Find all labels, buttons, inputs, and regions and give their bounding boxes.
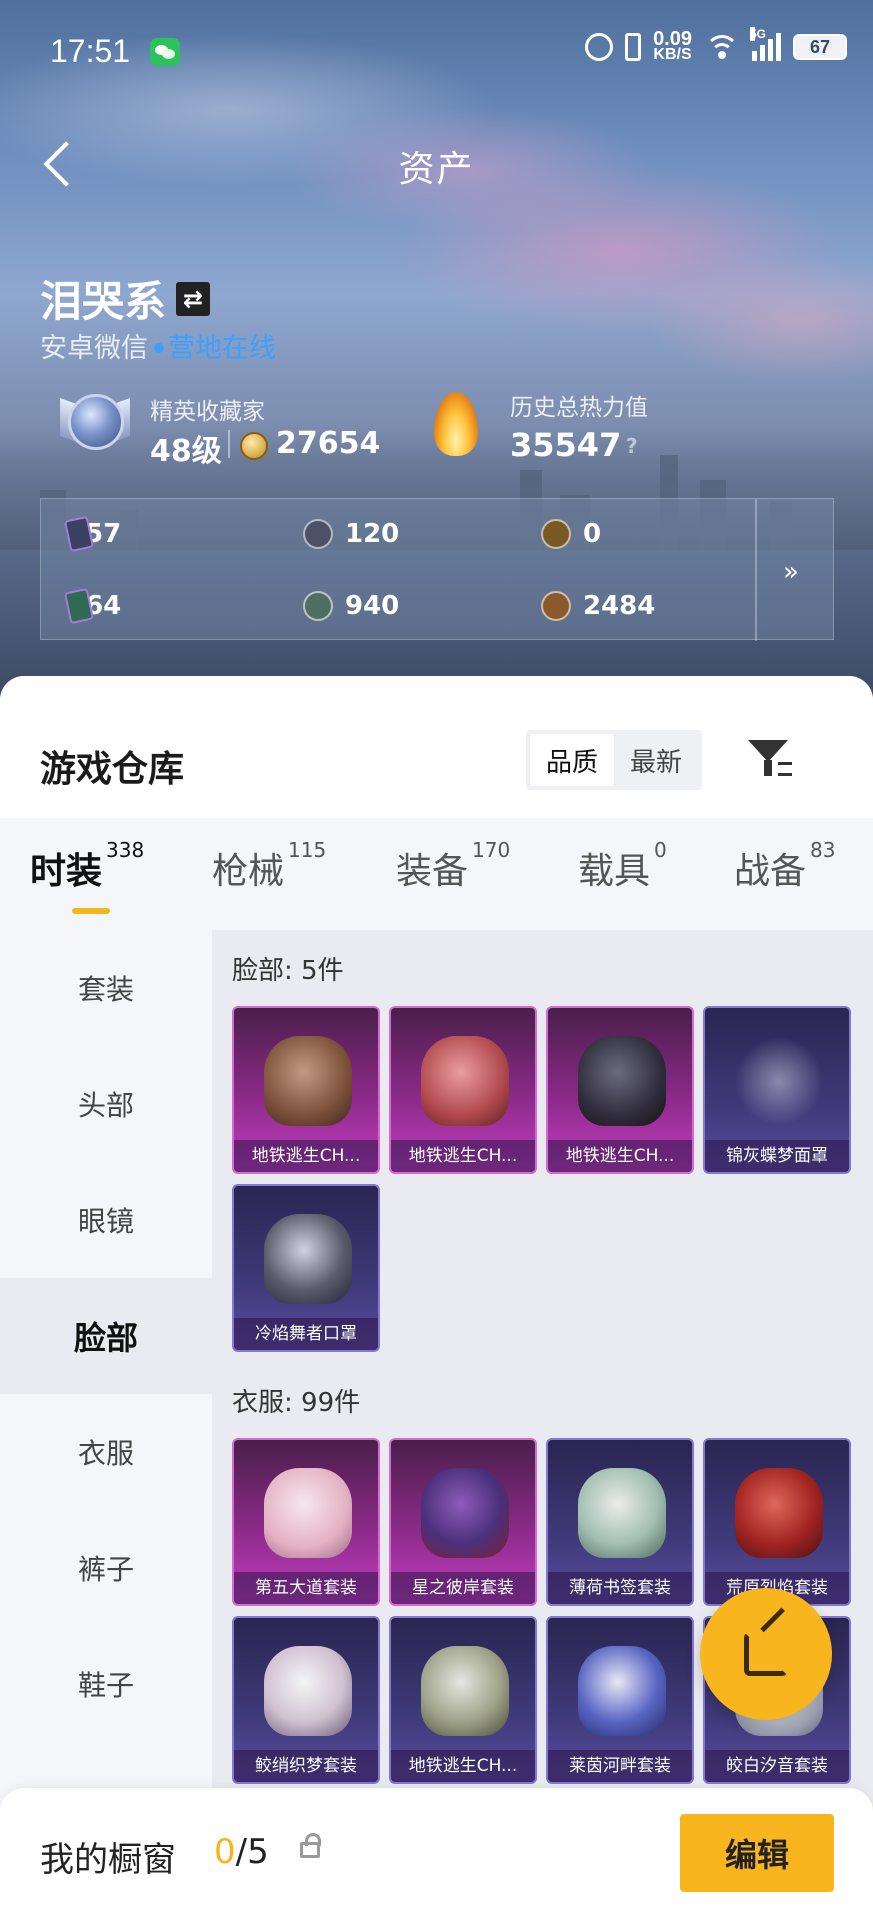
sort-toggle: 品质 最新 <box>526 730 702 790</box>
online-dot <box>154 342 164 353</box>
bronze-coin-icon <box>541 591 571 621</box>
item-card[interactable]: 冷焰舞者口罩 <box>232 1184 380 1352</box>
category-tabs: 时装 338 枪械 115 装备 170 载具 0 战备 83 <box>0 818 873 930</box>
switch-account-icon[interactable]: ⇄ <box>176 281 211 316</box>
rank-badge-icon <box>60 388 130 458</box>
warehouse-header: 游戏仓库 品质 最新 <box>0 676 873 818</box>
filter-button[interactable] <box>744 734 796 786</box>
battery-icon: 67 <box>793 34 847 60</box>
signal-icon: 5G <box>750 27 781 61</box>
active-tab-indicator <box>72 908 110 914</box>
flame-icon <box>424 388 488 464</box>
sort-newest-button[interactable]: 最新 <box>614 734 698 786</box>
currency-item: 364 <box>63 587 121 625</box>
sort-quality-button[interactable]: 品质 <box>530 734 614 786</box>
help-icon[interactable]: ? <box>626 434 638 458</box>
item-card[interactable]: 荒原烈焰套装 <box>703 1438 851 1606</box>
tab-equipment[interactable]: 装备 170 <box>396 838 510 894</box>
veil-icon <box>735 1036 823 1126</box>
sidebar-item-head[interactable]: 头部 <box>0 1046 212 1162</box>
item-grid: 脸部: 5件 地铁逃生CH... 地铁逃生CH... 地铁逃生CH... 锦灰蝶… <box>212 930 873 1920</box>
share-icon <box>744 1632 788 1676</box>
sidebar-item-suits[interactable]: 套装 <box>0 930 212 1046</box>
item-card[interactable]: 第五大道套装 <box>232 1438 380 1606</box>
divider <box>228 430 230 458</box>
wifi-icon <box>704 33 740 61</box>
warehouse-sheet: 游戏仓库 品质 最新 时装 338 枪械 115 装备 170 载具 0 战备 83 套装 <box>0 676 873 1920</box>
mask-icon <box>264 1036 352 1126</box>
tab-weapons[interactable]: 枪械 115 <box>212 838 326 894</box>
item-card[interactable]: 地铁逃生CH... <box>389 1616 537 1784</box>
status-time: 17:51 <box>50 33 131 69</box>
currency-item: 2484 <box>541 591 655 621</box>
currency-item: 940 <box>303 591 399 621</box>
sidebar-item-glasses[interactable]: 眼镜 <box>0 1162 212 1278</box>
item-card[interactable]: 薄荷书签套装 <box>546 1438 694 1606</box>
edit-button[interactable]: 编辑 <box>680 1814 834 1892</box>
jade-coin-icon <box>303 591 333 621</box>
outfit-icon <box>264 1468 352 1558</box>
warehouse-title: 游戏仓库 <box>40 749 185 790</box>
balaclava-icon <box>578 1036 666 1126</box>
rank-label: 精英收藏家 <box>150 399 265 425</box>
showcase-label: 我的橱窗 <box>40 1840 176 1880</box>
currency-item: 120 <box>303 519 399 549</box>
tab-gear[interactable]: 战备 83 <box>734 838 835 894</box>
tab-fashion[interactable]: 时装 338 <box>30 838 144 894</box>
item-card[interactable]: 地铁逃生CH... <box>389 1006 537 1174</box>
item-card[interactable]: 莱茵河畔套装 <box>546 1616 694 1784</box>
page-title: 资产 <box>398 149 475 190</box>
scarf-icon <box>421 1036 509 1126</box>
section-title-clothes: 衣服: 99件 <box>232 1388 361 1418</box>
outfit-icon <box>578 1646 666 1736</box>
vibrate-icon <box>625 33 642 61</box>
lock-icon <box>300 1833 321 1858</box>
item-card[interactable]: 地铁逃生CH... <box>546 1006 694 1174</box>
silver-coin-icon <box>303 519 333 549</box>
collection-points: 27654 <box>276 426 381 461</box>
item-card[interactable]: 地铁逃生CH... <box>232 1006 380 1174</box>
outfit-icon <box>264 1646 352 1736</box>
currency-more-button[interactable]: » <box>755 499 833 641</box>
item-card[interactable]: 星之彼岸套装 <box>389 1438 537 1606</box>
alarm-icon <box>585 33 614 61</box>
status-bar: 17:51 0.09 KB/S 5G 67 <box>0 0 873 104</box>
platform-info: 安卓微信 营地在线 <box>40 333 276 364</box>
showcase-count: 0/5 <box>214 1832 269 1872</box>
share-button[interactable] <box>700 1588 832 1720</box>
outfit-icon <box>578 1468 666 1558</box>
tab-vehicles[interactable]: 载具 0 <box>578 838 667 894</box>
section-title-face: 脸部: 5件 <box>232 956 344 986</box>
heat-value: 35547 <box>510 426 622 464</box>
wechat-icon <box>150 38 180 66</box>
sidebar: 套装 头部 眼镜 脸部 衣服 裤子 鞋子 <box>0 930 212 1920</box>
sidebar-item-pants[interactable]: 裤子 <box>0 1510 212 1626</box>
collection-coin-icon <box>240 432 268 460</box>
currency-item: 0 <box>541 519 601 549</box>
sidebar-item-clothes[interactable]: 衣服 <box>0 1394 212 1510</box>
showcase-bar: 我的橱窗 0/5 编辑 <box>0 1788 873 1920</box>
heat-label: 历史总热力值 <box>510 395 648 421</box>
outfit-icon <box>421 1646 509 1736</box>
double-chevron-right-icon: » <box>783 557 799 587</box>
currency-item: 657 <box>63 515 121 553</box>
rank-level: 48级 <box>150 434 222 469</box>
sidebar-item-face[interactable]: 脸部 <box>0 1278 212 1394</box>
sidebar-item-shoes[interactable]: 鞋子 <box>0 1626 212 1742</box>
item-card[interactable]: 锦灰蝶梦面罩 <box>703 1006 851 1174</box>
outfit-icon <box>735 1468 823 1558</box>
face-mask-icon <box>264 1214 352 1304</box>
outfit-icon <box>421 1468 509 1558</box>
item-card[interactable]: 鲛绡织梦套装 <box>232 1616 380 1784</box>
gold-token-icon <box>541 519 571 549</box>
network-speed: 0.09 KB/S <box>653 28 692 63</box>
filter-icon <box>748 740 788 762</box>
currency-panel[interactable]: 657 120 0 364 940 2484 » <box>40 498 834 641</box>
username: 泪哭系 ⇄ <box>40 268 211 329</box>
